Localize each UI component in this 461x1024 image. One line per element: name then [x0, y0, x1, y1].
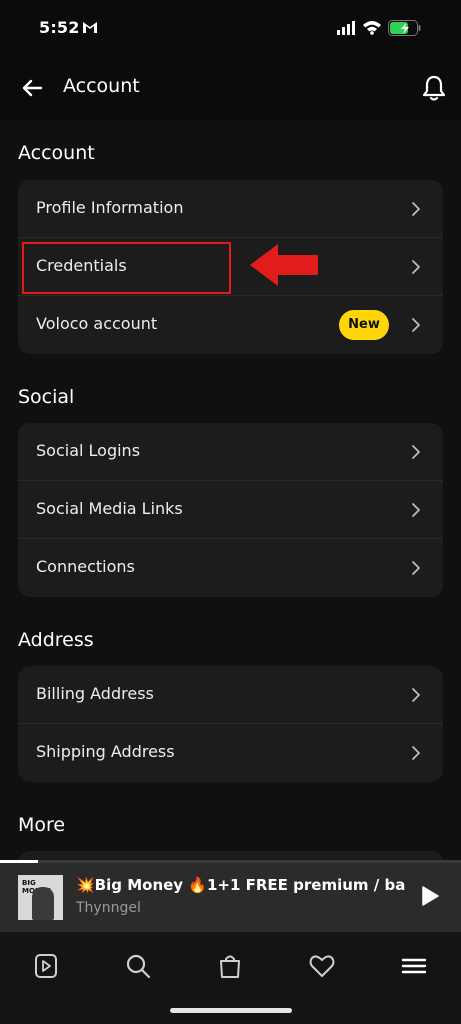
- track-title: 💥Big Money 🔥1+1 FREE premium / basic🔥| .…: [76, 876, 406, 894]
- section-title-account: Account: [18, 142, 95, 164]
- album-art-figure: [32, 887, 54, 920]
- row-label: Connections: [36, 557, 135, 576]
- row-shipping-address[interactable]: Shipping Address: [18, 724, 443, 782]
- home-indicator: [170, 1008, 292, 1013]
- row-voloco-account[interactable]: Voloco account New: [18, 296, 443, 354]
- row-connections[interactable]: Connections: [18, 539, 443, 597]
- row-label: Social Media Links: [36, 499, 183, 518]
- row-social-logins[interactable]: Social Logins: [18, 423, 443, 481]
- page-title: Account: [63, 75, 140, 97]
- row-label: Billing Address: [36, 684, 154, 703]
- track-artist: Thynngel: [76, 900, 141, 916]
- row-social-media-links[interactable]: Social Media Links: [18, 481, 443, 539]
- chevron-right-icon: [412, 746, 420, 760]
- chevron-right-icon: [412, 561, 420, 575]
- row-billing-address[interactable]: Billing Address: [18, 666, 443, 724]
- red-arrow-annotation-icon: [250, 244, 318, 286]
- chevron-right-icon: [412, 260, 420, 274]
- chevron-right-icon: [412, 445, 420, 459]
- menu-icon[interactable]: [400, 952, 428, 980]
- back-arrow-icon[interactable]: [20, 76, 44, 100]
- video-play-icon[interactable]: [32, 952, 60, 980]
- album-art: BIG MONEY: [18, 875, 63, 920]
- player-progress-bar: [0, 860, 38, 863]
- wifi-icon: [363, 21, 381, 35]
- new-badge: New: [339, 310, 389, 340]
- signal-icon: [337, 21, 355, 35]
- section-title-address: Address: [18, 629, 94, 651]
- mini-player[interactable]: BIG MONEY 💥Big Money 🔥1+1 FREE premium /…: [0, 860, 461, 932]
- player-progress-track: [0, 860, 461, 863]
- app-header: Account: [0, 56, 461, 120]
- chevron-right-icon: [412, 318, 420, 332]
- bell-icon[interactable]: [421, 74, 447, 102]
- status-time: 5:52: [39, 18, 80, 37]
- heart-icon[interactable]: [308, 952, 336, 980]
- search-icon[interactable]: [124, 952, 152, 980]
- address-card: Billing Address Shipping Address: [18, 666, 443, 782]
- highlight-annotation-box: [22, 242, 231, 294]
- section-title-more: More: [18, 814, 66, 836]
- row-label: Shipping Address: [36, 742, 175, 761]
- shopping-bag-icon[interactable]: [216, 952, 244, 980]
- row-label: Profile Information: [36, 198, 184, 217]
- status-bar: 5:52: [0, 0, 461, 56]
- gmail-icon: [83, 22, 97, 33]
- row-label: Voloco account: [36, 314, 158, 333]
- chevron-right-icon: [412, 503, 420, 517]
- row-label: Social Logins: [36, 441, 141, 460]
- section-title-social: Social: [18, 386, 75, 408]
- battery-charging-icon: [388, 20, 421, 36]
- play-icon[interactable]: [420, 885, 440, 907]
- row-profile-information[interactable]: Profile Information: [18, 180, 443, 238]
- chevron-right-icon: [412, 202, 420, 216]
- chevron-right-icon: [412, 688, 420, 702]
- social-card: Social Logins Social Media Links Connect…: [18, 423, 443, 597]
